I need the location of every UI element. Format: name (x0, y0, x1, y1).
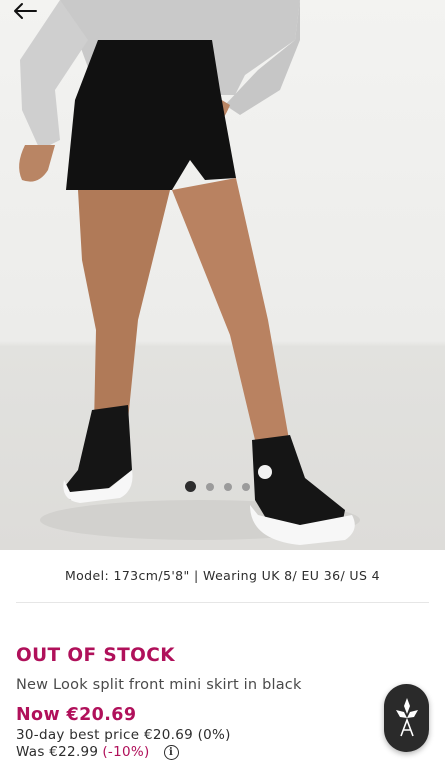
was-price: Was €22.99 (16, 744, 99, 760)
info-icon[interactable]: i (163, 744, 179, 760)
divider (16, 602, 429, 603)
gallery-dot-3[interactable] (224, 482, 232, 491)
was-price-row: Was €22.99 (-10%) i (16, 744, 179, 760)
model-info: Model: 173cm/5'8" | Wearing UK 8/ EU 36/… (64, 568, 381, 583)
stock-status: OUT OF STOCK (16, 645, 175, 666)
current-price: Now €20.69 (16, 705, 137, 725)
product-image[interactable] (0, 0, 445, 550)
arrow-left-icon (14, 3, 37, 19)
style-assistant-button[interactable] (384, 684, 429, 752)
discount-percent: (-10%) (102, 744, 150, 760)
style-assistant-icon (395, 698, 418, 737)
gallery-dot-1[interactable] (185, 481, 196, 492)
product-title: New Look split front mini skirt in black (16, 677, 302, 693)
gallery-pagination (185, 481, 250, 492)
best-price: 30-day best price €20.69 (0%) (16, 727, 231, 743)
back-button[interactable] (8, 0, 42, 22)
product-photo (19, 0, 360, 545)
gallery-dot-4[interactable] (242, 482, 250, 491)
gallery-dot-2[interactable] (206, 482, 214, 491)
